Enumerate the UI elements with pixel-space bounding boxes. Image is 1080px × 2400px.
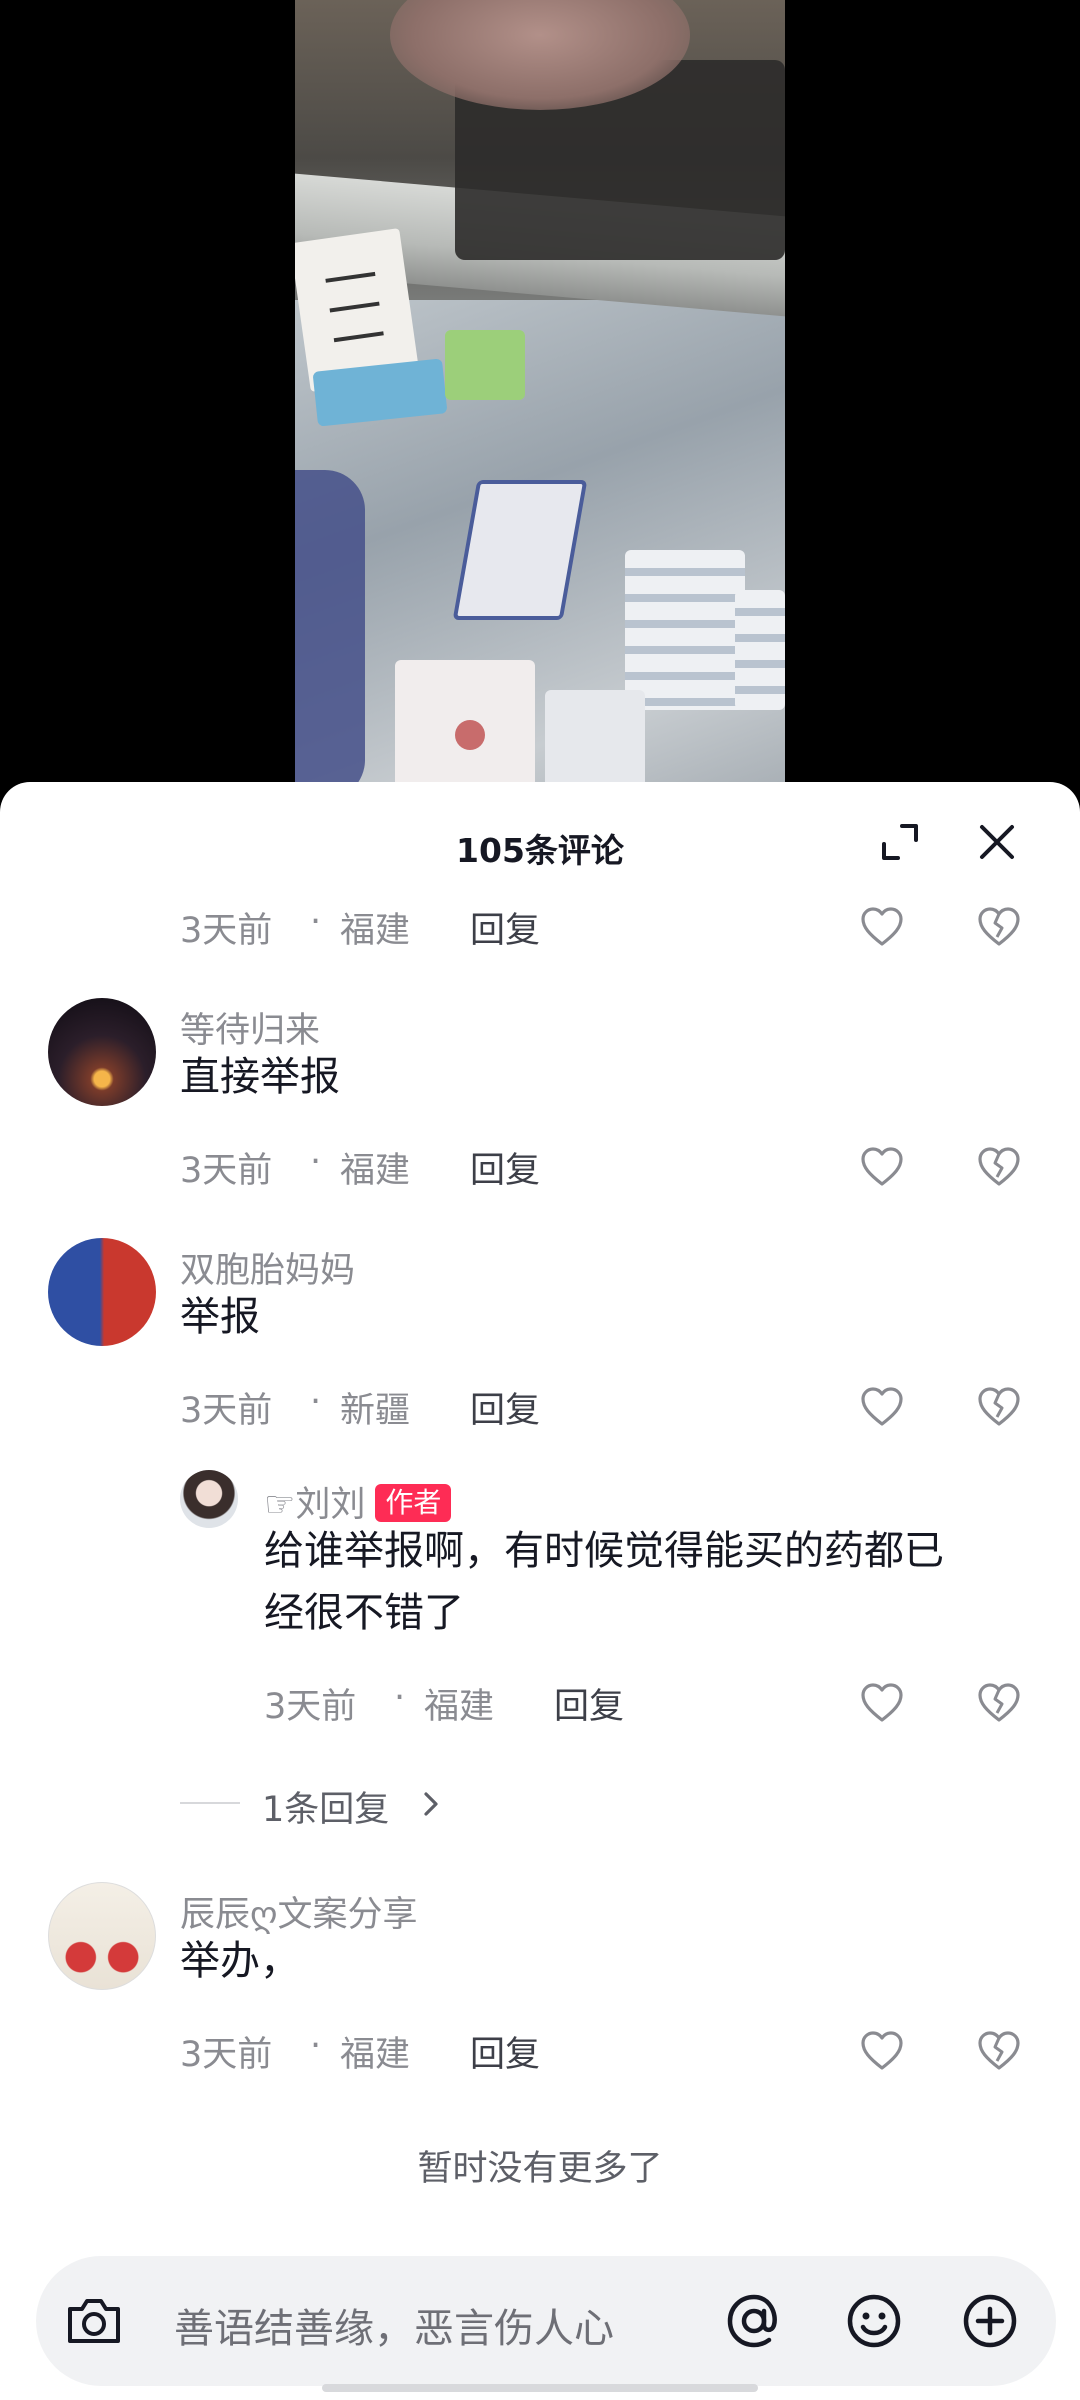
author-avatar[interactable] — [180, 1470, 238, 1528]
comment-time: 3天前 — [180, 911, 273, 951]
more-replies-label: 1条回复 — [262, 1790, 390, 1830]
comment-meta: 3天前 · 福建 回复 — [180, 2026, 580, 2077]
meta-separator: · — [310, 2026, 322, 2066]
heart-outline-icon[interactable] — [859, 1386, 905, 1428]
meta-separator: · — [394, 1678, 406, 1718]
comment-sheet: 105条评论 3天前 · 福建 回复 等待归来 直接举报 3天前 · 福建 回复… — [0, 782, 1080, 2400]
smiley-icon[interactable] — [842, 2289, 906, 2353]
end-of-list-notice: 暂时没有更多了 — [417, 2149, 663, 2189]
reply-text: 给谁举报啊，有时候觉得能买的药都已 经很不错了 — [264, 1520, 1054, 1644]
comment-location: 福建 — [340, 1151, 411, 1191]
video-pill-blister-2 — [735, 590, 785, 710]
comment-location: 福建 — [340, 911, 411, 951]
heart-outline-icon[interactable] — [859, 2030, 905, 2072]
video-player[interactable] — [0, 0, 1080, 790]
plus-circle-icon[interactable] — [958, 2289, 1022, 2353]
reply-button[interactable]: 回复 — [470, 902, 540, 953]
video-sleeve — [295, 470, 365, 790]
reply-username-text: ☞刘刘 — [264, 1485, 366, 1525]
video-pill-blister — [625, 550, 745, 710]
comment-time: 3天前 — [180, 1391, 273, 1431]
comment-time: 3天前 — [180, 1151, 273, 1191]
video-frame[interactable] — [295, 0, 785, 790]
chevron-right-icon — [424, 1792, 438, 1816]
reply-button[interactable]: 回复 — [470, 1382, 540, 1433]
heart-outline-icon[interactable] — [859, 1682, 905, 1724]
meta-separator: · — [310, 1382, 322, 1422]
comment-location: 福建 — [340, 2035, 411, 2075]
avatar[interactable] — [48, 1238, 156, 1346]
heart-outline-icon[interactable] — [859, 906, 905, 948]
reply-button[interactable]: 回复 — [470, 1142, 540, 1193]
comment-meta: 3天前 · 福建 回复 — [180, 902, 580, 953]
camera-icon[interactable] — [62, 2289, 126, 2353]
broken-heart-icon[interactable] — [976, 1682, 1022, 1724]
meta-separator: · — [310, 1142, 322, 1182]
video-green-package — [445, 330, 525, 400]
reply-text-line-1: 给谁举报啊，有时候觉得能买的药都已 — [264, 1528, 944, 1574]
comment-meta: 3天前 · 福建 回复 — [180, 1142, 580, 1193]
meta-separator: · — [310, 902, 322, 942]
reply-button[interactable]: 回复 — [470, 2026, 540, 2077]
sheet-header: 105条评论 — [0, 782, 1080, 882]
home-indicator — [322, 2384, 758, 2392]
reply-meta: 3天前 · 福建 回复 — [264, 1678, 664, 1729]
reply-location: 福建 — [424, 1687, 495, 1727]
author-badge: 作者 — [375, 1484, 452, 1522]
comment-text: 举办， — [180, 1938, 300, 1984]
reply-button[interactable]: 回复 — [554, 1678, 624, 1729]
comment-time: 3天前 — [180, 2035, 273, 2075]
avatar[interactable] — [48, 998, 156, 1106]
divider — [180, 1802, 240, 1804]
comment-text: 举报 — [180, 1294, 260, 1340]
avatar[interactable] — [48, 1882, 156, 1990]
comment-text: 直接举报 — [180, 1054, 340, 1100]
comment-input-placeholder[interactable]: 善语结善缘，恶言伤人心 — [174, 2296, 614, 2354]
reply-text-line-2: 经很不错了 — [264, 1590, 464, 1636]
close-icon[interactable] — [975, 820, 1019, 864]
reply-time: 3天前 — [264, 1687, 357, 1727]
at-sign-icon[interactable] — [722, 2289, 786, 2353]
broken-heart-icon[interactable] — [976, 906, 1022, 948]
video-white-box-2 — [545, 690, 645, 790]
broken-heart-icon[interactable] — [976, 2030, 1022, 2072]
heart-outline-icon[interactable] — [859, 1146, 905, 1188]
video-red-mark — [455, 720, 485, 750]
comment-location: 新疆 — [340, 1391, 411, 1431]
broken-heart-icon[interactable] — [976, 1386, 1022, 1428]
comment-meta: 3天前 · 新疆 回复 — [180, 1382, 580, 1433]
broken-heart-icon[interactable] — [976, 1146, 1022, 1188]
comment-input-bar[interactable]: 善语结善缘，恶言伤人心 — [36, 2256, 1056, 2386]
expand-icon[interactable] — [878, 820, 922, 864]
